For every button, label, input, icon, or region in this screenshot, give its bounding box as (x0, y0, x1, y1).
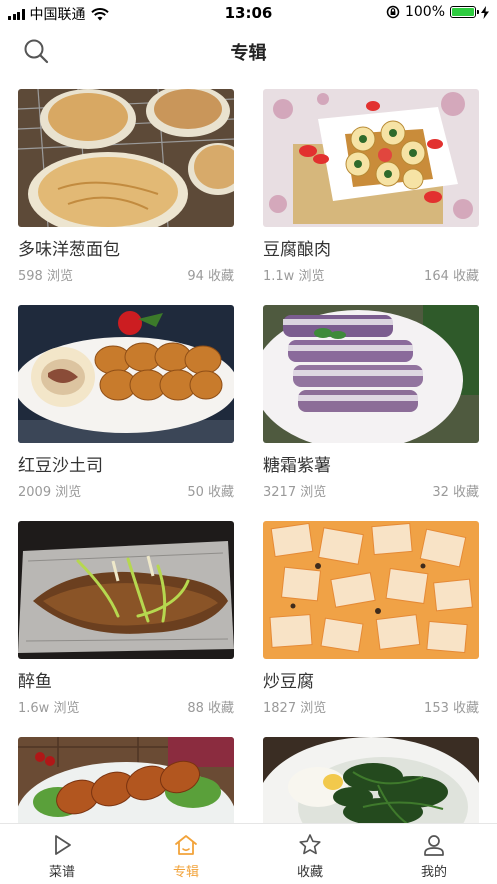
album-title: 红豆沙土司 (18, 456, 103, 476)
home-icon (175, 835, 197, 855)
album-card[interactable]: 红豆沙土司 2009 浏览 50 收藏 (18, 305, 234, 500)
album-photo (263, 521, 479, 659)
person-icon (424, 835, 444, 856)
album-photo (18, 305, 234, 443)
charging-icon (481, 5, 489, 19)
status-bar: 中国联通 13:06 100% (0, 0, 497, 26)
album-views: 1.6w 浏览 (18, 701, 80, 716)
album-photo (263, 89, 479, 227)
album-title: 醉鱼 (18, 672, 52, 692)
album-photo (18, 521, 234, 659)
orientation-lock-icon (386, 5, 400, 19)
page-title: 专辑 (230, 43, 267, 64)
album-card[interactable]: 醉鱼 1.6w 浏览 88 收藏 (18, 521, 234, 716)
album-favorites: 164 收藏 (424, 269, 479, 284)
album-photo (18, 89, 234, 227)
tab-recipes[interactable]: 菜谱 (0, 824, 124, 884)
tab-albums[interactable]: 专辑 (124, 824, 248, 884)
tab-label: 专辑 (172, 865, 199, 880)
tab-label: 我的 (420, 865, 447, 880)
battery-percent: 100% (404, 4, 445, 20)
album-title: 多味洋葱面包 (18, 240, 120, 260)
battery-icon (450, 6, 479, 18)
album-photo (263, 305, 479, 443)
tab-label: 菜谱 (48, 865, 75, 880)
play-icon (55, 835, 71, 855)
star-icon (299, 834, 321, 855)
album-favorites: 153 收藏 (424, 701, 479, 716)
album-views: 3217 浏览 (263, 485, 327, 500)
album-title: 糖霜紫薯 (263, 456, 331, 476)
album-favorites: 88 收藏 (187, 701, 234, 716)
album-card[interactable]: 多味洋葱面包 598 浏览 94 收藏 (18, 89, 234, 284)
album-views: 1827 浏览 (263, 701, 327, 716)
tab-profile[interactable]: 我的 (372, 824, 496, 884)
album-card[interactable]: 糖霜紫薯 3217 浏览 32 收藏 (263, 305, 479, 500)
album-title: 炒豆腐 (263, 672, 314, 692)
album-views: 2009 浏览 (18, 485, 82, 500)
album-views: 598 浏览 (18, 269, 73, 284)
album-views: 1.1w 浏览 (263, 269, 325, 284)
album-favorites: 94 收藏 (187, 269, 234, 284)
tab-favorites[interactable]: 收藏 (248, 824, 372, 884)
album-favorites: 32 收藏 (432, 485, 479, 500)
album-title: 豆腐酿肉 (263, 240, 331, 260)
nav-bar: 专辑 (0, 26, 497, 76)
tab-bar: 菜谱 专辑 收藏 我的 (0, 823, 497, 884)
album-card[interactable]: 炒豆腐 1827 浏览 153 收藏 (263, 521, 479, 716)
tab-label: 收藏 (296, 865, 323, 880)
album-favorites: 50 收藏 (187, 485, 234, 500)
album-card[interactable]: 豆腐酿肉 1.1w 浏览 164 收藏 (263, 89, 479, 284)
